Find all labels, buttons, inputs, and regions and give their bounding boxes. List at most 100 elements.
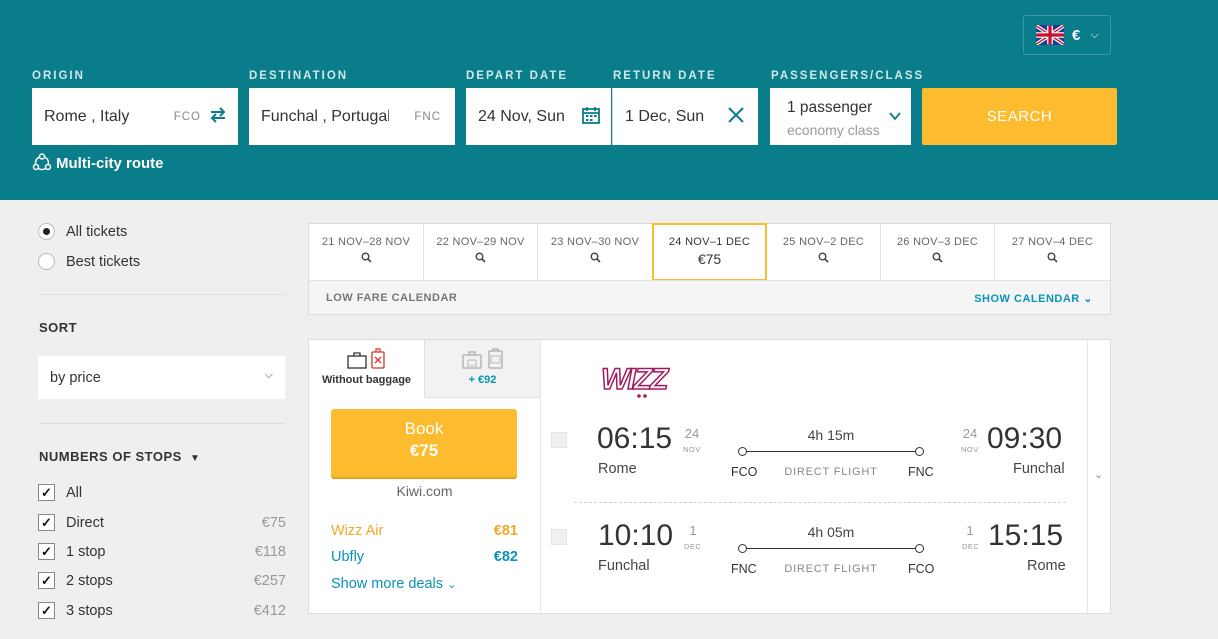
deal-price: €82 bbox=[493, 549, 518, 565]
stop-label: Direct bbox=[66, 514, 104, 531]
filter-best-tickets[interactable]: Best tickets bbox=[38, 253, 140, 270]
calendar-icon[interactable] bbox=[581, 105, 601, 131]
checkbox-checked[interactable]: ✓ bbox=[38, 602, 55, 619]
segment-checkbox[interactable] bbox=[551, 529, 567, 545]
checkbox-checked[interactable]: ✓ bbox=[38, 484, 55, 501]
stop-filter-direct[interactable]: ✓ Direct €75 bbox=[38, 514, 286, 531]
stop-price: €118 bbox=[254, 543, 286, 560]
search-icon bbox=[767, 252, 880, 266]
stop-price: €257 bbox=[253, 572, 286, 589]
arrival-time: 15:15 bbox=[988, 519, 1064, 552]
return-date-field[interactable]: 1 Dec, Sun bbox=[612, 88, 758, 145]
clear-return-icon[interactable] bbox=[726, 105, 746, 131]
sort-value: by price bbox=[50, 369, 101, 386]
baggage-icon bbox=[309, 348, 424, 370]
stop-label: 2 stops bbox=[66, 572, 113, 589]
date-option[interactable]: 27 NOV–4 DEC bbox=[995, 224, 1110, 280]
filter-all-tickets[interactable]: All tickets bbox=[38, 223, 127, 240]
date-option-selected[interactable]: 24 NOV–1 DEC €75 bbox=[652, 223, 767, 281]
departure-day: 24 bbox=[684, 426, 700, 441]
triangle-down-icon: ▼ bbox=[189, 453, 201, 464]
chevron-down-icon: ⌵ bbox=[1090, 28, 1099, 41]
tab-with-baggage[interactable]: + €92 bbox=[424, 340, 540, 398]
show-calendar-link[interactable]: SHOW CALENDAR ⌄ bbox=[974, 292, 1093, 305]
date-range-label: 25 NOV–2 DEC bbox=[782, 236, 865, 248]
date-option[interactable]: 22 NOV–29 NOV bbox=[424, 224, 538, 280]
chevron-down-icon: ⌄ bbox=[1094, 469, 1104, 481]
date-option[interactable]: 23 NOV–30 NOV bbox=[538, 224, 653, 280]
show-more-deals-link[interactable]: Show more deals ⌄ bbox=[331, 576, 456, 592]
segment-checkbox[interactable] bbox=[551, 432, 567, 448]
origin-code: FCO bbox=[173, 111, 201, 123]
date-range-label: 21 NOV–28 NOV bbox=[321, 236, 411, 248]
radio-unselected[interactable] bbox=[38, 253, 55, 270]
language-currency-selector[interactable]: € ⌵ bbox=[1023, 15, 1111, 55]
stop-price: €412 bbox=[253, 602, 286, 619]
swap-icon[interactable] bbox=[208, 105, 228, 131]
depart-date-field[interactable]: 24 Nov, Sun bbox=[466, 88, 611, 145]
show-more-label: Show more deals bbox=[331, 576, 444, 592]
date-price: €75 bbox=[697, 251, 722, 267]
destination-dot bbox=[915, 447, 924, 456]
radio-selected[interactable] bbox=[38, 223, 55, 240]
passengers-field[interactable]: 1 passenger economy class bbox=[770, 88, 911, 145]
date-option[interactable]: 21 NOV–28 NOV bbox=[309, 224, 424, 280]
deal-name: Ubfly bbox=[331, 549, 365, 565]
date-range-label: 27 NOV–4 DEC bbox=[1011, 236, 1094, 248]
departure-airport-code: FNC bbox=[731, 562, 757, 576]
tab-without-baggage-label: Without baggage bbox=[321, 374, 412, 386]
search-icon bbox=[881, 252, 994, 266]
expand-details[interactable]: ⌄ bbox=[1087, 340, 1111, 613]
deal-ubfly[interactable]: Ubfly €82 bbox=[331, 549, 518, 565]
arrival-day: 24 bbox=[962, 426, 978, 441]
departure-time: 06:15 bbox=[597, 422, 673, 455]
flight-type: DIRECT FLIGHT bbox=[784, 563, 878, 575]
search-header: € ⌵ ORIGIN DESTINATION DEPART DATE RETUR… bbox=[0, 0, 1218, 200]
search-button[interactable]: SEARCH bbox=[922, 88, 1117, 145]
tab-without-baggage[interactable]: Without baggage bbox=[309, 340, 424, 398]
arrival-month: DEC bbox=[962, 542, 980, 551]
arrival-airport-code: FCO bbox=[908, 562, 935, 576]
deal-price: €81 bbox=[493, 523, 518, 539]
date-range-label: 23 NOV–30 NOV bbox=[550, 236, 640, 248]
checkbox-checked[interactable]: ✓ bbox=[38, 514, 55, 531]
date-range-label: 26 NOV–3 DEC bbox=[896, 236, 979, 248]
stop-price: €75 bbox=[261, 514, 286, 531]
route-line bbox=[746, 451, 916, 452]
filter-all-tickets-label: All tickets bbox=[66, 223, 128, 240]
book-price: €75 bbox=[409, 441, 439, 460]
stop-label: 1 stop bbox=[66, 543, 106, 560]
book-button[interactable]: Book €75 bbox=[331, 409, 517, 477]
date-option[interactable]: 25 NOV–2 DEC bbox=[767, 224, 881, 280]
stop-filter-all[interactable]: ✓ All bbox=[38, 484, 286, 501]
stops-heading[interactable]: NUMBERS OF STOPS ▼ bbox=[39, 449, 200, 464]
sort-heading: SORT bbox=[39, 320, 78, 335]
stop-filter-2-stops[interactable]: ✓ 2 stops €257 bbox=[38, 572, 286, 589]
chevron-down-icon: ⌵ bbox=[264, 369, 273, 381]
departure-city: Rome bbox=[598, 461, 637, 477]
checkbox-checked[interactable]: ✓ bbox=[38, 543, 55, 560]
deal-wizz-air[interactable]: Wizz Air €81 bbox=[331, 523, 518, 539]
origin-field[interactable]: Rome , Italy FCO bbox=[32, 88, 238, 145]
currency-symbol: € bbox=[1072, 26, 1081, 44]
depart-date-value: 24 Nov, Sun bbox=[478, 107, 564, 125]
destination-value: Funchal , Portugal bbox=[261, 107, 389, 125]
search-icon bbox=[995, 252, 1110, 266]
chevron-down-icon: ⌄ bbox=[447, 579, 457, 591]
checkbox-checked[interactable]: ✓ bbox=[38, 572, 55, 589]
stop-filter-1-stop[interactable]: ✓ 1 stop €118 bbox=[38, 543, 286, 560]
date-option[interactable]: 26 NOV–3 DEC bbox=[881, 224, 995, 280]
stops-heading-label: NUMBERS OF STOPS bbox=[39, 449, 182, 464]
depart-date-label: DEPART DATE bbox=[466, 70, 569, 82]
chevron-down-icon: ⌄ bbox=[1083, 293, 1093, 305]
departure-month: NOV bbox=[683, 445, 701, 454]
departure-time: 10:10 bbox=[598, 519, 674, 552]
sort-select[interactable]: by price ⌵ bbox=[38, 356, 285, 399]
arrival-city: Funchal bbox=[1013, 461, 1065, 477]
destination-field[interactable]: Funchal , Portugal FNC bbox=[249, 88, 455, 145]
baggage-included-icon bbox=[425, 348, 540, 370]
multi-city-route-link[interactable]: Multi-city route bbox=[32, 153, 164, 173]
show-calendar-label: SHOW CALENDAR bbox=[974, 293, 1080, 305]
stop-filter-3-stops[interactable]: ✓ 3 stops €412 bbox=[38, 602, 286, 619]
arrival-time: 09:30 bbox=[987, 422, 1063, 455]
